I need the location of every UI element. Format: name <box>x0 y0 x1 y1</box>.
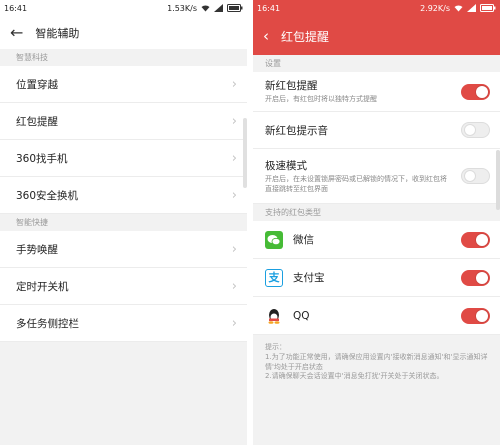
page-title: 红包提醒 <box>281 29 330 44</box>
signal-icon <box>467 3 476 14</box>
setting-new-reminder[interactable]: 新红包提醒 开启后，有红包时将以独特方式提醒 <box>253 72 500 112</box>
wechat-icon <box>265 230 283 249</box>
list-item-multitask-sidebar[interactable]: 多任务侧控栏 › <box>0 305 247 342</box>
sound-toggle[interactable] <box>461 122 490 138</box>
qq-icon <box>265 306 283 325</box>
status-bar: 16:41 1.53K/s <box>0 0 247 17</box>
chevron-right-icon: › <box>231 187 237 203</box>
section-header-settings: 设置 <box>253 55 500 72</box>
setting-label: 新红包提示音 <box>265 124 328 137</box>
status-time: 16:41 <box>257 4 281 13</box>
tips-block: 提示： 1.为了功能正常使用，请确保应用设置内'接收新消息通知'和'显示通知详情… <box>253 335 500 383</box>
list-item-find-phone[interactable]: 360找手机 › <box>0 140 247 177</box>
new-reminder-toggle[interactable] <box>461 83 490 100</box>
section-header-shortcuts: 智能快捷 <box>0 214 247 231</box>
app-item-qq[interactable]: QQ <box>253 297 500 335</box>
chevron-right-icon: › <box>231 76 237 92</box>
setting-label: 新红包提醒 <box>265 80 318 93</box>
battery-icon <box>480 3 496 14</box>
page-header: ‹ 红包提醒 <box>253 17 500 55</box>
chevron-right-icon: › <box>231 241 237 257</box>
battery-icon <box>227 3 243 14</box>
setting-description: 开启后，有红包时将以独特方式提醒 <box>265 95 377 104</box>
back-arrow-icon[interactable]: ‹ <box>263 28 269 44</box>
setting-description: 开启后，在未设置锁屏密码或已解锁的情况下，收到红包将直接跳转至红包界面 <box>265 175 447 193</box>
app-item-wechat[interactable]: 微信 <box>253 221 500 259</box>
list-item-location[interactable]: 位置穿越 › <box>0 66 247 103</box>
app-label: 支付宝 <box>293 272 325 284</box>
chevron-right-icon: › <box>231 113 237 129</box>
fast-mode-toggle[interactable] <box>461 168 490 184</box>
chevron-right-icon: › <box>231 315 237 331</box>
signal-icon <box>214 3 223 14</box>
page-header: ← 智能辅助 <box>0 17 247 49</box>
page-title: 智能辅助 <box>35 27 80 40</box>
status-time: 16:41 <box>4 4 28 13</box>
setting-sound[interactable]: 新红包提示音 <box>253 112 500 149</box>
list-item-red-packet[interactable]: 红包提醒 › <box>0 103 247 140</box>
smart-assist-screen: 16:41 1.53K/s ← 智能辅助 智慧科技 位置穿越 › 红包提醒 › … <box>0 0 247 445</box>
section-header-smart-tech: 智慧科技 <box>0 49 247 66</box>
network-speed: 1.53K/s <box>167 4 197 13</box>
network-speed: 2.92K/s <box>420 4 450 13</box>
tip-title: 提示： <box>265 343 286 351</box>
list-item-gesture-wake[interactable]: 手势唤醒 › <box>0 231 247 268</box>
list-item-scheduled-power[interactable]: 定时开关机 › <box>0 268 247 305</box>
section-header-packet-types: 支持的红包类型 <box>253 204 500 221</box>
alipay-icon: 支 <box>265 268 283 287</box>
chevron-right-icon: › <box>231 150 237 166</box>
edge-handle[interactable] <box>496 150 500 210</box>
alipay-toggle[interactable] <box>461 269 490 286</box>
tip-line-1: 1.为了功能正常使用，请确保应用设置内'接收新消息通知'和'显示通知详情'均处于… <box>265 352 488 371</box>
status-bar: 16:41 2.92K/s <box>253 0 500 17</box>
app-label: 微信 <box>293 234 314 246</box>
app-label: QQ <box>293 309 310 322</box>
tip-line-2: 2.请确保聊天会话设置中'消息免打扰'开关处于关闭状态。 <box>265 372 444 381</box>
red-packet-screen: 16:41 2.92K/s ‹ 红包提醒 设置 新红包提醒 开启后，有红包时将以… <box>253 0 500 445</box>
wifi-icon <box>454 4 463 14</box>
chevron-right-icon: › <box>231 278 237 294</box>
setting-fast-mode[interactable]: 极速模式 开启后，在未设置锁屏密码或已解锁的情况下，收到红包将直接跳转至红包界面 <box>253 149 500 204</box>
back-arrow-icon[interactable]: ← <box>10 25 23 41</box>
wifi-icon <box>201 4 210 14</box>
setting-label: 极速模式 <box>265 160 307 173</box>
list-item-switch-phone[interactable]: 360安全换机 › <box>0 177 247 214</box>
wechat-toggle[interactable] <box>461 231 490 248</box>
qq-toggle[interactable] <box>461 307 490 324</box>
app-item-alipay[interactable]: 支 支付宝 <box>253 259 500 297</box>
